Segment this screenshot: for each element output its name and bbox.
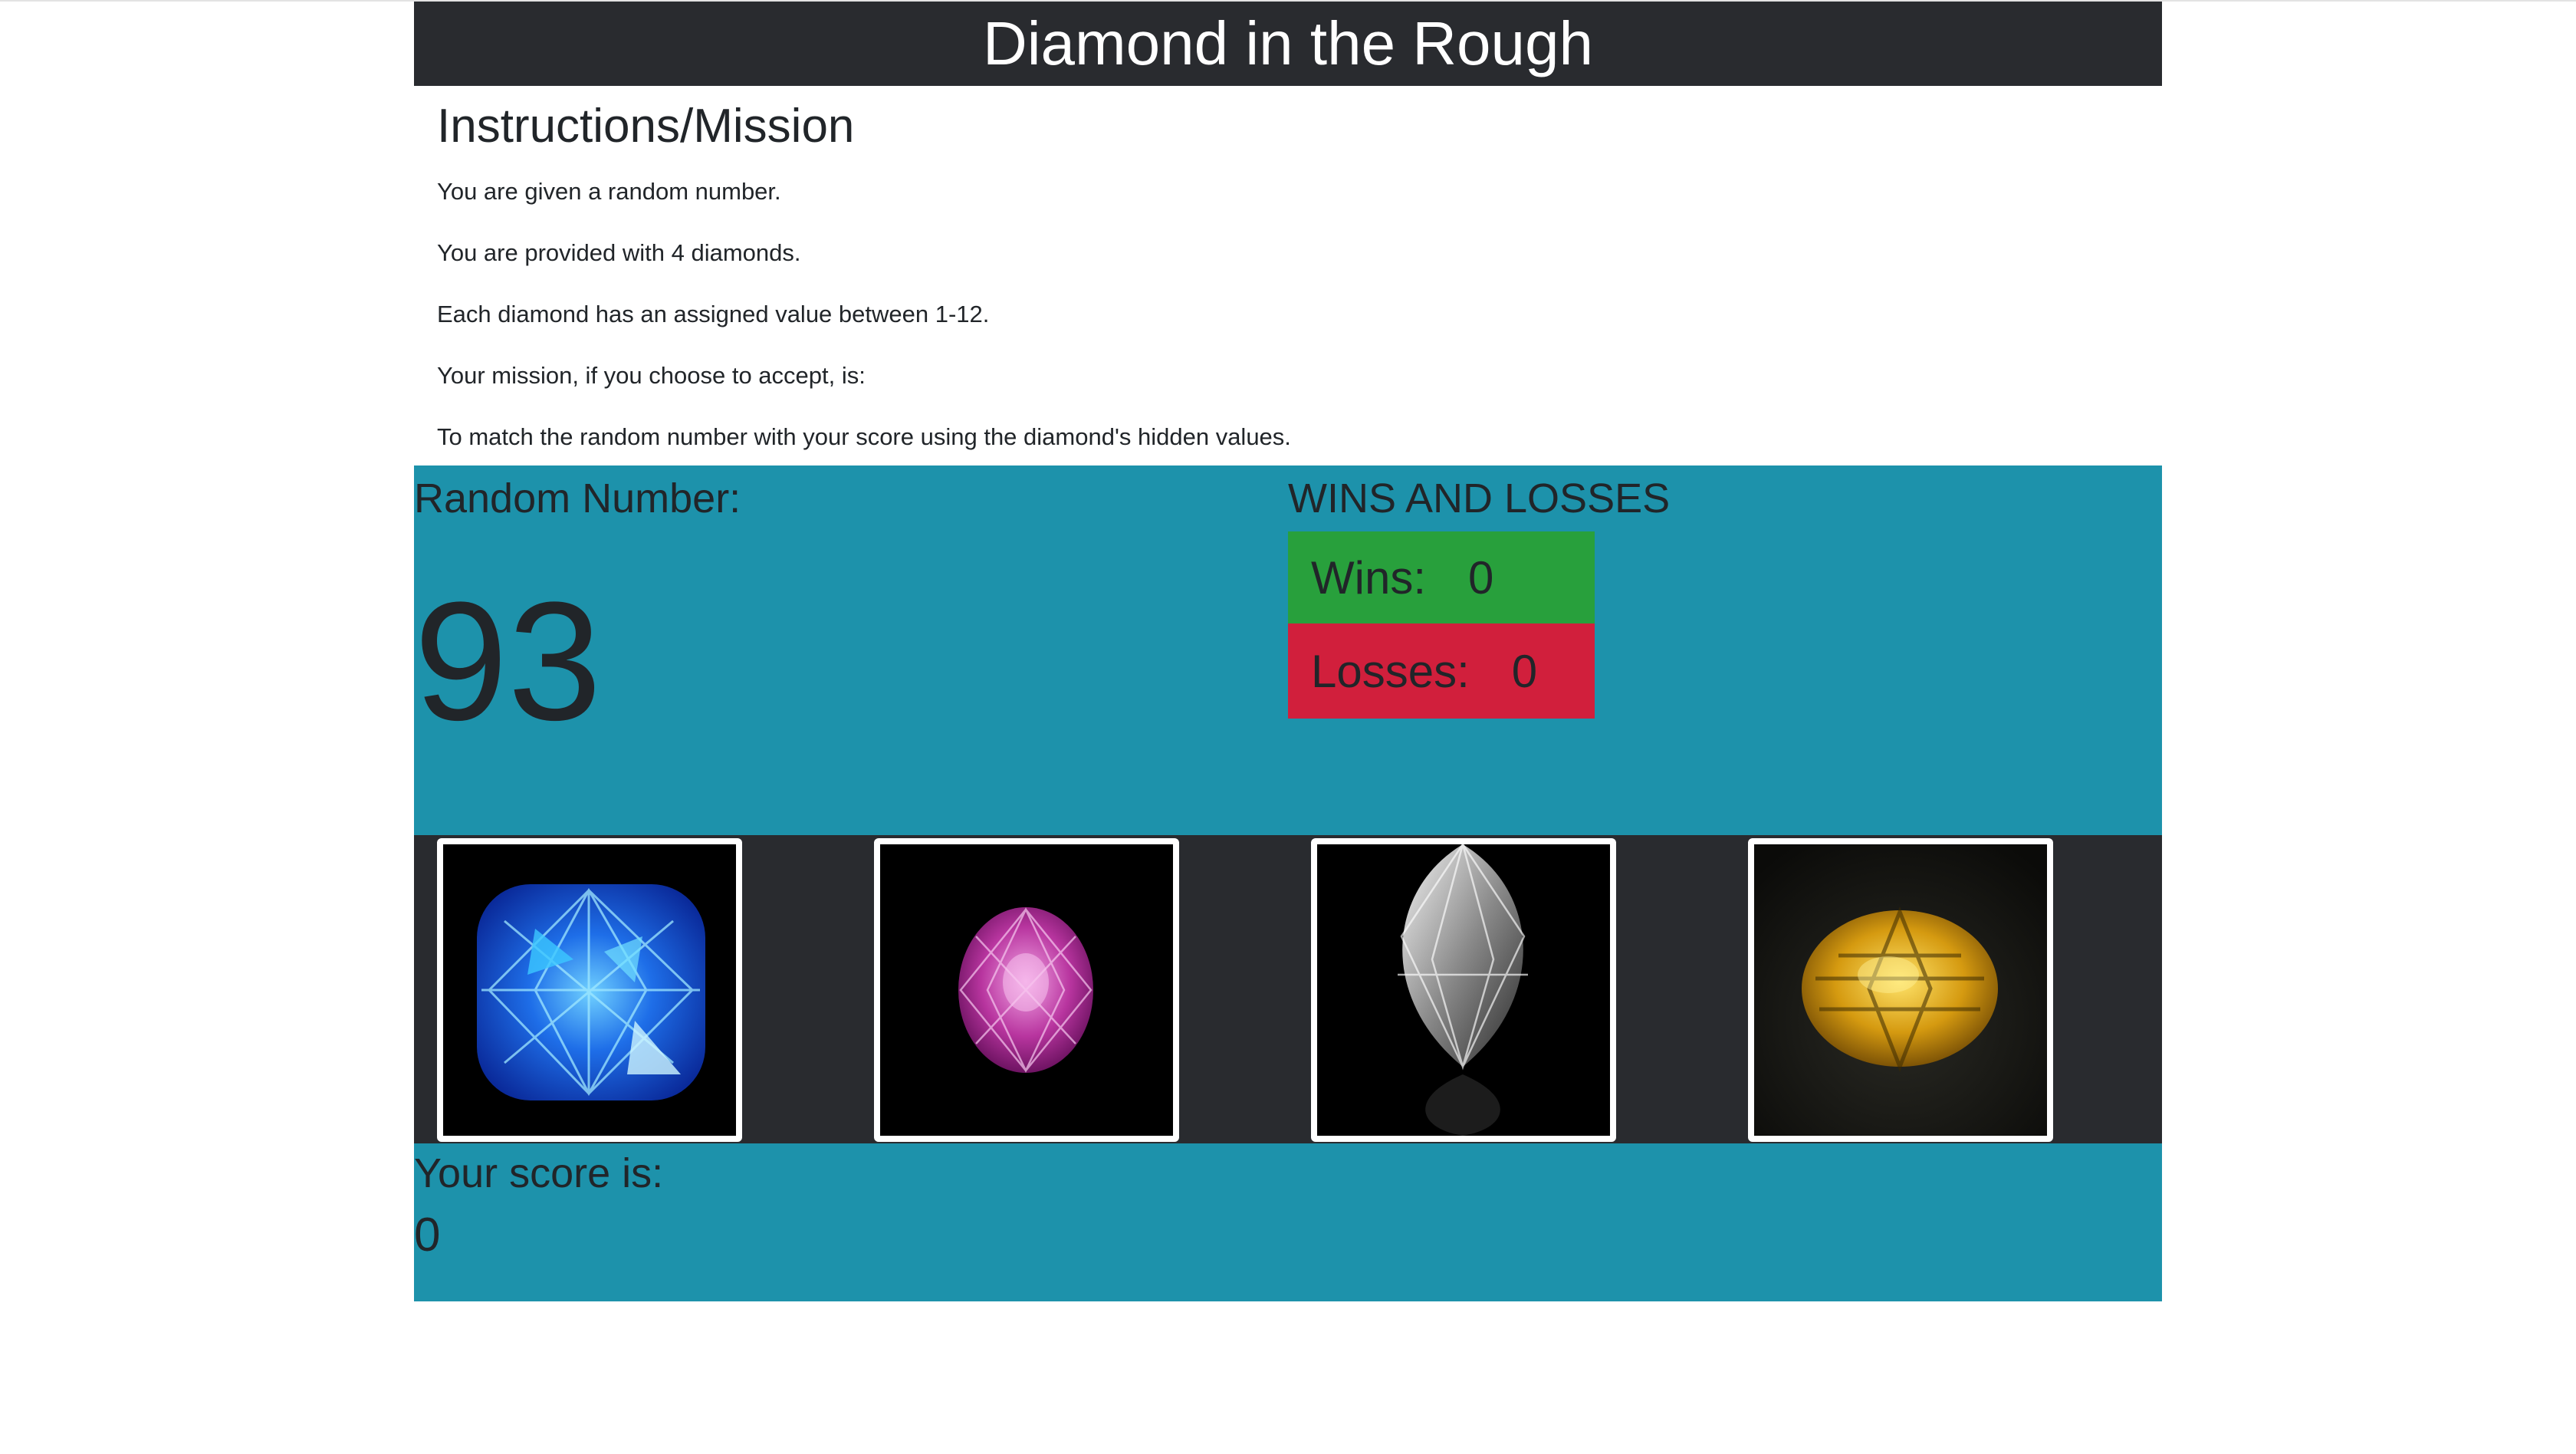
losses-label: Losses: [1311,645,1470,697]
page-title: Diamond in the Rough [982,9,1594,77]
yellow-gem-icon [1754,844,2047,1136]
clear-diamond-button[interactable] [1311,838,1616,1142]
gems-row [414,835,2162,1143]
instruction-line: Your mission, if you choose to accept, i… [437,362,866,389]
instruction-line: You are given a random number. [437,178,781,205]
random-number-label: Random Number: [414,475,741,521]
blue-diamond-icon [443,844,736,1136]
instruction-line: To match the random number with your sco… [437,423,1291,450]
score-panel: Your score is: 0 [414,1143,2162,1301]
score-value: 0 [414,1209,441,1262]
pink-gem-icon [880,844,1173,1136]
random-number-section: Random Number: 93 [414,465,1288,835]
yellow-gem-button[interactable] [1748,838,2053,1142]
losses-count: 0 [1511,645,1538,697]
wins-label: Wins: [1311,551,1426,604]
instructions-section: Instructions/Mission You are given a ran… [414,86,2162,465]
instructions-heading: Instructions/Mission [437,100,855,153]
blue-diamond-button[interactable] [437,838,742,1142]
pink-gem-button[interactable] [874,838,1179,1142]
wins-box: Wins: 0 [1288,531,1595,623]
wins-losses-title: WINS AND LOSSES [1288,475,1671,521]
instruction-line: You are provided with 4 diamonds. [437,239,801,266]
page-header: Diamond in the Rough [414,2,2162,86]
clear-diamond-icon [1317,844,1610,1136]
wins-count: 0 [1468,551,1494,604]
game-container: Diamond in the Rough Instructions/Missio… [414,2,2162,1301]
instruction-line: Each diamond has an assigned value betwe… [437,301,990,327]
score-label: Your score is: [414,1150,664,1196]
losses-box: Losses: 0 [1288,623,1595,719]
game-panel: Random Number: 93 WINS AND LOSSES Wins: … [414,465,2162,835]
random-number-value: 93 [414,567,602,755]
